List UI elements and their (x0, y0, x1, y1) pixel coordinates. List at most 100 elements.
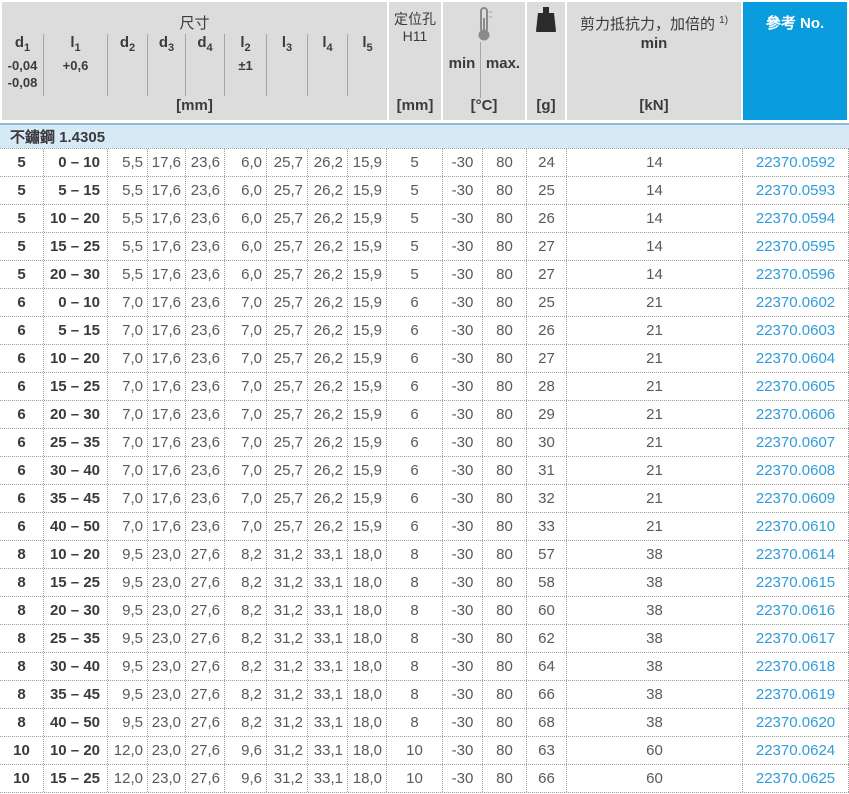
cell-temp-max: 80 (483, 569, 527, 596)
cell-ref-no[interactable]: 22370.0596 (743, 261, 849, 288)
cell-ref-no[interactable]: 22370.0618 (743, 653, 849, 680)
shear-min-label: min (567, 34, 741, 53)
cell-weight: 62 (527, 625, 567, 652)
cell-shear-min: 14 (567, 177, 743, 204)
cell-l2: 6,0 (225, 233, 267, 260)
cell-ref-no[interactable]: 22370.0593 (743, 177, 849, 204)
cell-l5: 15,9 (348, 345, 387, 372)
footnote-marker: 1) (719, 15, 728, 26)
cell-l3: 31,2 (267, 737, 308, 764)
cell-d1: 8 (0, 597, 44, 624)
cell-d4: 23,6 (186, 177, 225, 204)
cell-ref-no[interactable]: 22370.0609 (743, 485, 849, 512)
cell-ref-no[interactable]: 22370.0620 (743, 709, 849, 736)
cell-weight: 64 (527, 653, 567, 680)
cell-ref-no[interactable]: 22370.0607 (743, 429, 849, 456)
locating-hole-unit: [mm] (389, 97, 441, 114)
cell-d4: 23,6 (186, 457, 225, 484)
cell-l1: 40 – 50 (44, 513, 108, 540)
cell-l5: 18,0 (348, 597, 387, 624)
cell-d3: 17,6 (148, 429, 186, 456)
cell-l1: 25 – 35 (44, 429, 108, 456)
cell-weight: 60 (527, 597, 567, 624)
cell-l2: 6,0 (225, 149, 267, 176)
cell-ref-no[interactable]: 22370.0603 (743, 317, 849, 344)
cell-ref-no[interactable]: 22370.0615 (743, 569, 849, 596)
cell-temp-min: -30 (443, 513, 483, 540)
cell-ref-no[interactable]: 22370.0625 (743, 765, 849, 792)
cell-d3: 17,6 (148, 457, 186, 484)
cell-temp-max: 80 (483, 681, 527, 708)
cell-ref-no[interactable]: 22370.0619 (743, 681, 849, 708)
cell-ref-no[interactable]: 22370.0610 (743, 513, 849, 540)
cell-ref-no[interactable]: 22370.0595 (743, 233, 849, 260)
cell-ref-no[interactable]: 22370.0605 (743, 373, 849, 400)
cell-l3: 25,7 (267, 233, 308, 260)
cell-d2: 9,5 (108, 541, 148, 568)
cell-d4: 27,6 (186, 541, 225, 568)
cell-temp-min: -30 (443, 737, 483, 764)
cell-shear-min: 21 (567, 401, 743, 428)
cell-temp-max: 80 (483, 177, 527, 204)
cell-shear-min: 21 (567, 513, 743, 540)
cell-l3: 25,7 (267, 205, 308, 232)
cell-l2: 8,2 (225, 625, 267, 652)
cell-ref-no[interactable]: 22370.0608 (743, 457, 849, 484)
cell-d3: 17,6 (148, 289, 186, 316)
cell-l1: 0 – 10 (44, 149, 108, 176)
cell-temp-min: -30 (443, 205, 483, 232)
cell-l3: 25,7 (267, 149, 308, 176)
cell-l5: 15,9 (348, 513, 387, 540)
cell-ref-no[interactable]: 22370.0594 (743, 205, 849, 232)
table-row: 6 10 – 20 7,0 17,6 23,6 7,0 25,7 26,2 15… (0, 345, 849, 373)
cell-l5: 15,9 (348, 429, 387, 456)
cell-l4: 26,2 (308, 261, 348, 288)
cell-ref-no[interactable]: 22370.0592 (743, 149, 849, 176)
table-row: 10 10 – 20 12,0 23,0 27,6 9,6 31,2 33,1 … (0, 737, 849, 765)
cell-l5: 18,0 (348, 653, 387, 680)
cell-d1: 6 (0, 485, 44, 512)
cell-d1: 8 (0, 569, 44, 596)
cell-l5: 18,0 (348, 541, 387, 568)
cell-temp-max: 80 (483, 541, 527, 568)
cell-d2: 7,0 (108, 345, 148, 372)
cell-hole-h11: 5 (387, 177, 443, 204)
material-section-band: 不鏽鋼 1.4305 (0, 123, 849, 148)
cell-d3: 17,6 (148, 233, 186, 260)
cell-l1: 5 – 15 (44, 177, 108, 204)
cell-temp-max: 80 (483, 317, 527, 344)
col-header-l5: l5 (348, 34, 387, 96)
cell-ref-no[interactable]: 22370.0616 (743, 597, 849, 624)
cell-l1: 20 – 30 (44, 597, 108, 624)
cell-d3: 17,6 (148, 177, 186, 204)
cell-l5: 18,0 (348, 569, 387, 596)
cell-shear-min: 21 (567, 345, 743, 372)
table-row: 6 35 – 45 7,0 17,6 23,6 7,0 25,7 26,2 15… (0, 485, 849, 513)
cell-d2: 5,5 (108, 205, 148, 232)
col-header-d4: d4 (186, 34, 225, 96)
cell-d1: 8 (0, 653, 44, 680)
cell-hole-h11: 8 (387, 597, 443, 624)
cell-hole-h11: 6 (387, 457, 443, 484)
cell-hole-h11: 8 (387, 541, 443, 568)
material-label: 不鏽鋼 1.4305 (10, 126, 105, 147)
cell-temp-min: -30 (443, 289, 483, 316)
cell-ref-no[interactable]: 22370.0602 (743, 289, 849, 316)
cell-ref-no[interactable]: 22370.0606 (743, 401, 849, 428)
table-body: 5 0 – 10 5,5 17,6 23,6 6,0 25,7 26,2 15,… (0, 148, 849, 793)
cell-d2: 7,0 (108, 513, 148, 540)
cell-ref-no[interactable]: 22370.0624 (743, 737, 849, 764)
cell-temp-max: 80 (483, 485, 527, 512)
cell-l2: 7,0 (225, 317, 267, 344)
cell-l3: 25,7 (267, 345, 308, 372)
cell-ref-no[interactable]: 22370.0614 (743, 541, 849, 568)
cell-l5: 15,9 (348, 261, 387, 288)
cell-hole-h11: 6 (387, 429, 443, 456)
cell-weight: 25 (527, 289, 567, 316)
cell-ref-no[interactable]: 22370.0617 (743, 625, 849, 652)
cell-l4: 26,2 (308, 289, 348, 316)
cell-d3: 17,6 (148, 205, 186, 232)
cell-l5: 18,0 (348, 625, 387, 652)
cell-d3: 17,6 (148, 261, 186, 288)
cell-ref-no[interactable]: 22370.0604 (743, 345, 849, 372)
